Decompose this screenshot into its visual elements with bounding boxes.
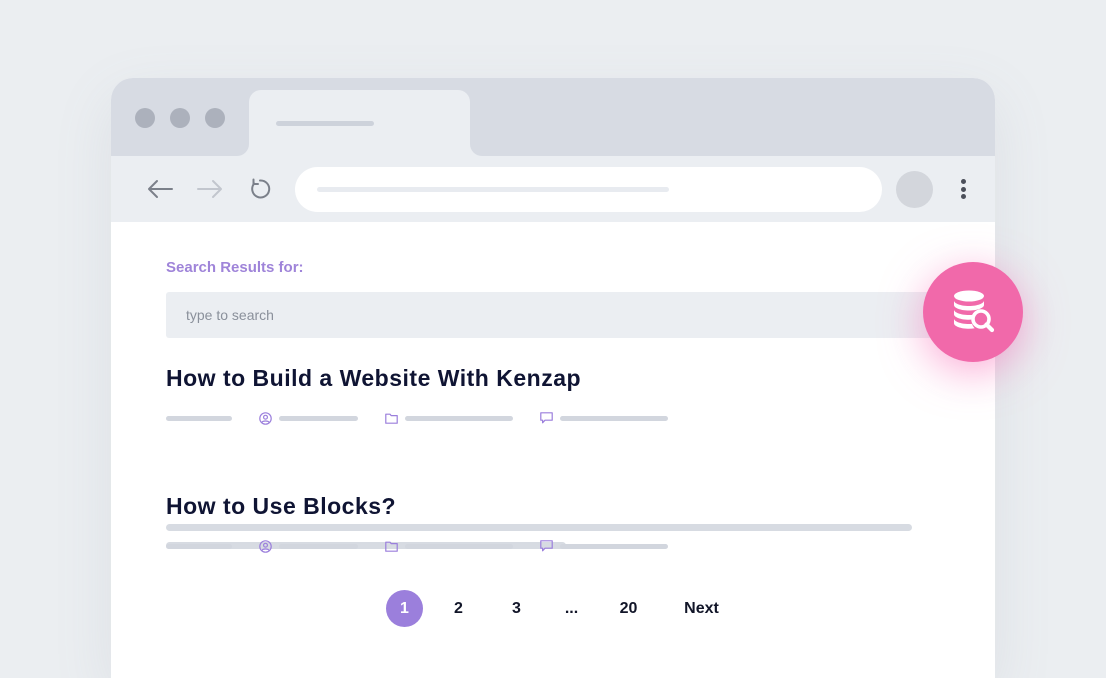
page-button-20[interactable]: 20	[610, 590, 647, 627]
meta-comments	[560, 416, 668, 421]
excerpt-line	[166, 524, 912, 531]
browser-toolbar	[111, 156, 995, 222]
tab-bar	[111, 78, 995, 156]
url-placeholder	[317, 187, 669, 192]
result-title[interactable]: How to Build a Website With Kenzap	[166, 365, 581, 392]
forward-arrow-icon[interactable]	[196, 175, 224, 203]
folder-icon	[384, 411, 398, 425]
meta-author	[279, 544, 358, 549]
meta-category	[405, 416, 513, 421]
meta-comments	[560, 544, 668, 549]
result-title[interactable]: How to Use Blocks?	[166, 493, 396, 520]
pagination: 1 2 3 ... 20 Next	[111, 590, 995, 630]
result-meta	[166, 539, 686, 553]
profile-avatar[interactable]	[896, 171, 933, 208]
meta-date	[166, 416, 232, 421]
window-minimize-dot[interactable]	[170, 108, 190, 128]
address-bar[interactable]	[295, 167, 882, 212]
page-button-2[interactable]: 2	[440, 590, 477, 627]
database-search-button[interactable]	[923, 262, 1023, 362]
result-meta	[166, 411, 686, 425]
page-ellipsis: ...	[564, 599, 579, 617]
page-button-1[interactable]: 1	[386, 590, 423, 627]
meta-category	[405, 544, 513, 549]
back-arrow-icon[interactable]	[146, 175, 174, 203]
meta-date	[166, 544, 232, 549]
search-results-label: Search Results for:	[166, 259, 304, 276]
comment-icon	[539, 411, 553, 425]
meta-author	[279, 416, 358, 421]
user-circle-icon	[258, 539, 272, 553]
more-vertical-icon[interactable]	[957, 176, 969, 202]
search-input[interactable]	[166, 292, 936, 338]
search-box	[166, 292, 936, 338]
user-circle-icon	[258, 411, 272, 425]
tab-title-placeholder	[276, 121, 374, 126]
next-page-button[interactable]: Next	[683, 590, 720, 627]
reload-icon[interactable]	[246, 175, 274, 203]
comment-icon	[539, 539, 553, 553]
window-maximize-dot[interactable]	[205, 108, 225, 128]
window-close-dot[interactable]	[135, 108, 155, 128]
page-button-3[interactable]: 3	[498, 590, 535, 627]
database-search-icon	[949, 286, 997, 339]
browser-tab[interactable]	[249, 90, 470, 156]
folder-icon	[384, 539, 398, 553]
browser-window: Search Results for: How to Build a Websi…	[111, 78, 995, 678]
